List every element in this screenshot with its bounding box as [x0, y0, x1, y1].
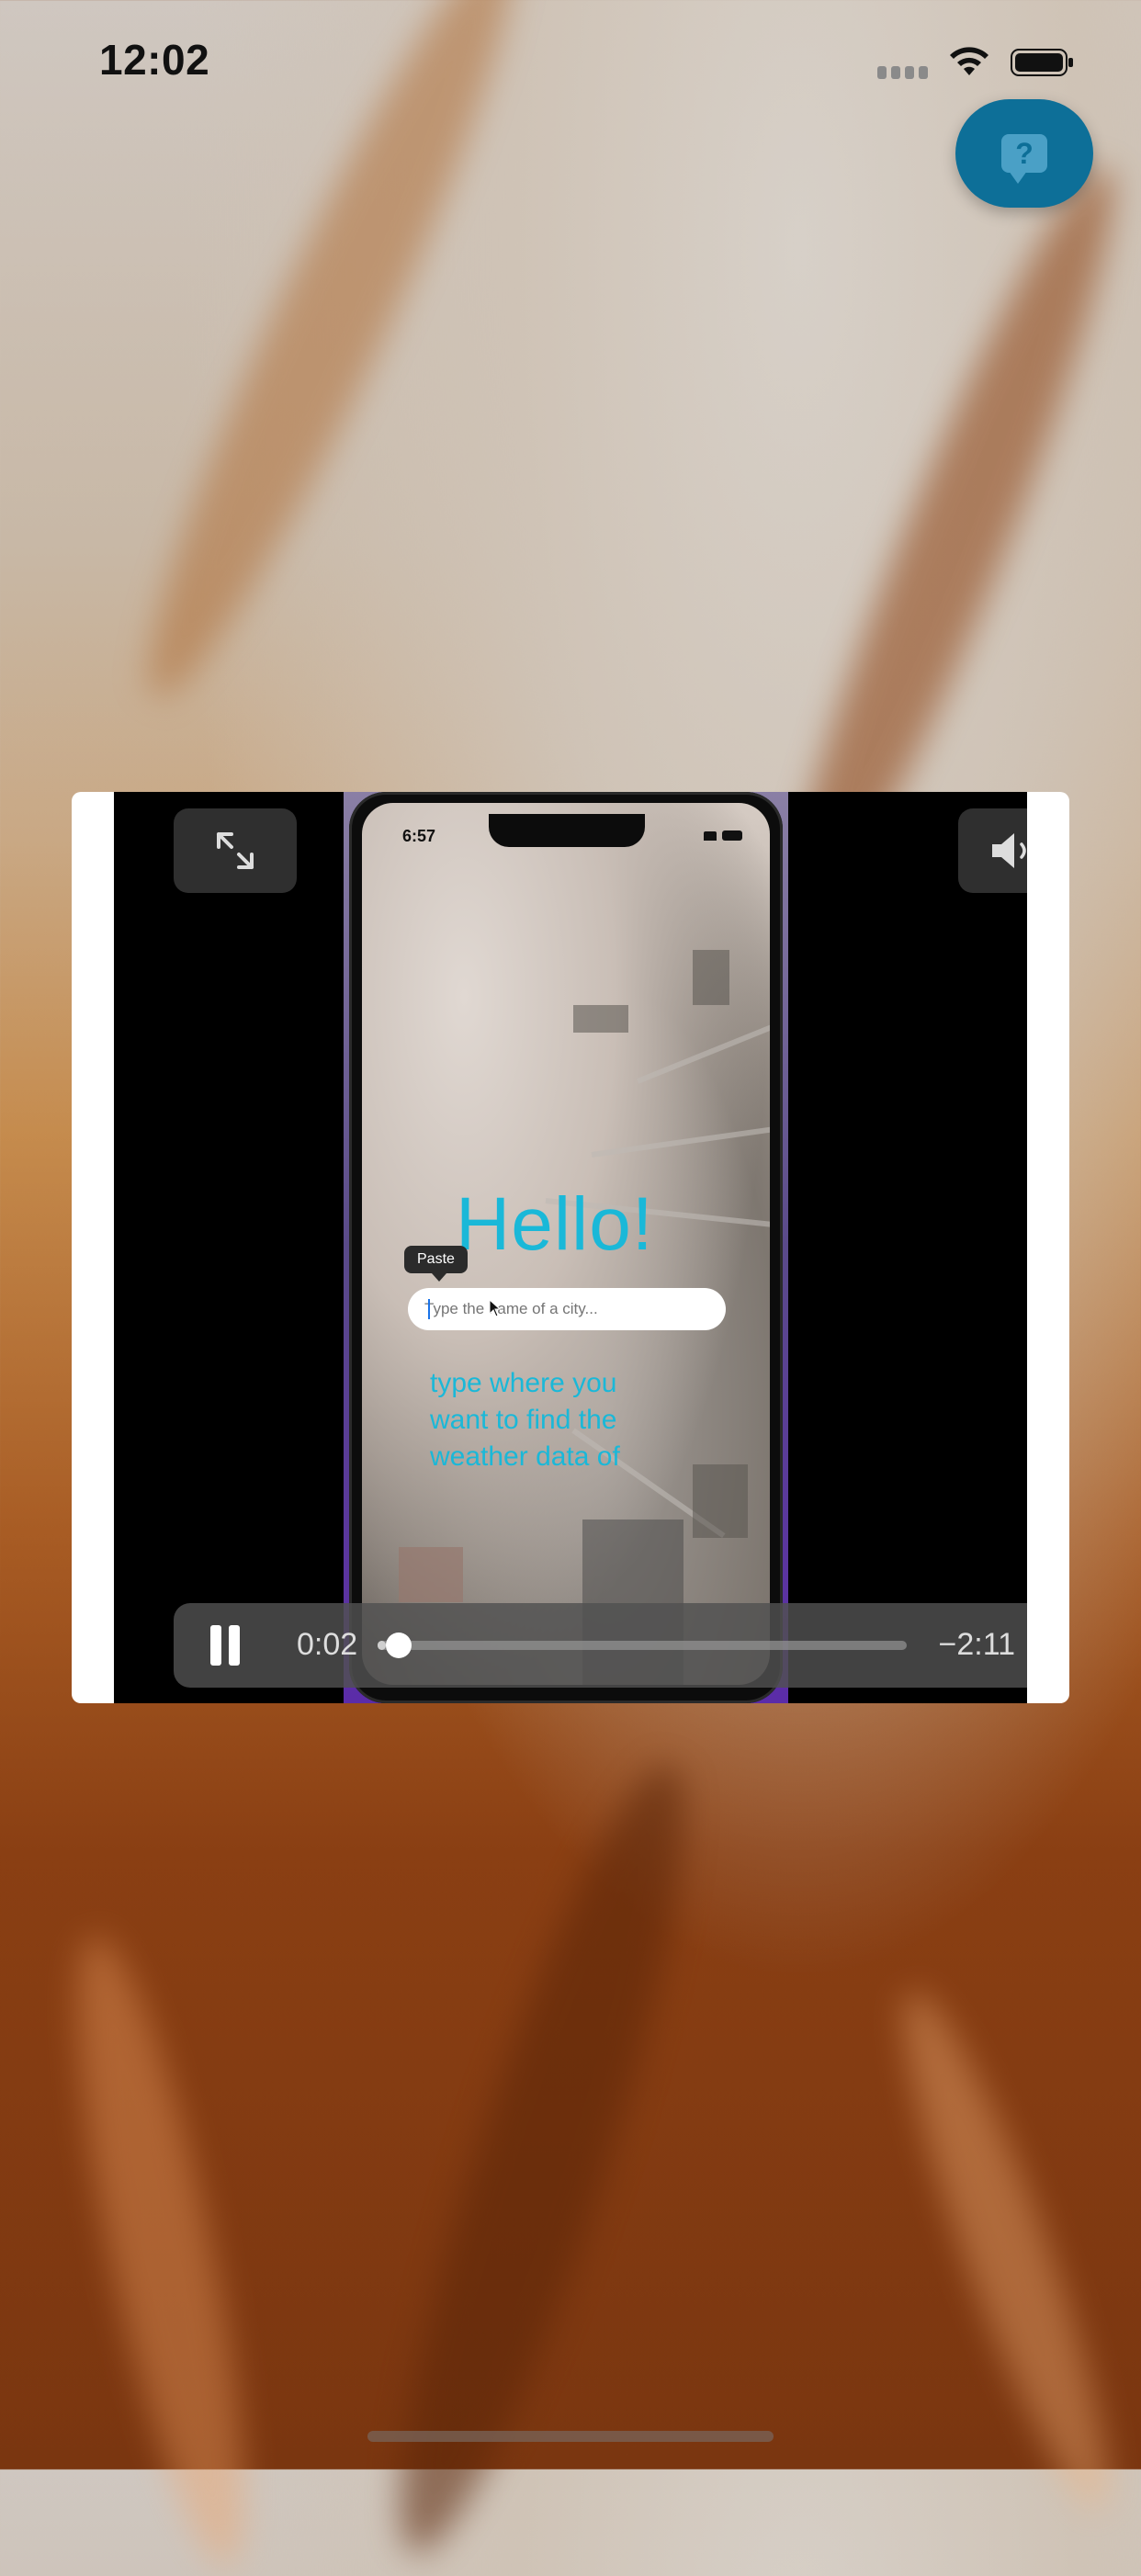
home-indicator[interactable]: [367, 2431, 774, 2442]
expand-arrows-icon: [217, 832, 254, 869]
background-streak: [873, 1977, 1139, 2525]
scenery-road: [591, 1124, 770, 1158]
greeting-heading: Hello!: [456, 1182, 654, 1266]
playback-controls: 0:02 −2:11: [174, 1603, 1027, 1688]
mute-button[interactable]: [958, 808, 1027, 893]
video-frame[interactable]: 6:57 Hello! Paste type where you want to…: [114, 792, 1027, 1703]
phone-frame: 6:57 Hello! Paste type where you want to…: [349, 792, 783, 1703]
video-content-phone-mockup: 6:57 Hello! Paste type where you want to…: [344, 792, 788, 1703]
progress-scrubber[interactable]: [378, 1633, 907, 1658]
city-search-input: [408, 1288, 726, 1330]
status-bar: 12:02: [0, 0, 1141, 129]
instruction-text: type where you want to find the weather …: [430, 1368, 620, 1472]
scenery-building: [693, 950, 729, 1005]
video-player-card: 6:57 Hello! Paste type where you want to…: [72, 792, 1069, 1703]
scenery-road: [636, 1023, 770, 1084]
phone-status-icons: [704, 830, 742, 841]
paste-popup: Paste: [404, 1246, 468, 1282]
scrubber-knob[interactable]: [385, 1633, 412, 1658]
scenery-building: [573, 1005, 628, 1033]
help-chat-icon: ?: [1001, 134, 1047, 184]
scenery-building: [399, 1547, 463, 1602]
help-button[interactable]: ?: [955, 99, 1093, 208]
status-time: 12:02: [99, 36, 210, 84]
fullscreen-button[interactable]: [174, 808, 297, 893]
phone-screen: 6:57 Hello! Paste type where you want to…: [362, 803, 770, 1685]
text-caret: [428, 1299, 430, 1319]
elapsed-time: 0:02: [297, 1627, 358, 1662]
mouse-cursor-icon: [489, 1299, 502, 1317]
phone-status-time: 6:57: [402, 827, 436, 845]
battery-icon: [1011, 49, 1073, 76]
background-streak: [44, 1926, 277, 2576]
pause-icon[interactable]: [210, 1625, 240, 1666]
scenery-building: [693, 1464, 748, 1538]
progress-fill: [378, 1641, 386, 1650]
background-streak: [353, 1746, 731, 2572]
remaining-time: −2:11: [938, 1627, 1015, 1662]
cellular-signal-icon: [877, 66, 928, 79]
speaker-volume-icon: [992, 833, 1026, 868]
phone-notch: [489, 814, 645, 847]
wifi-icon: [950, 47, 988, 75]
